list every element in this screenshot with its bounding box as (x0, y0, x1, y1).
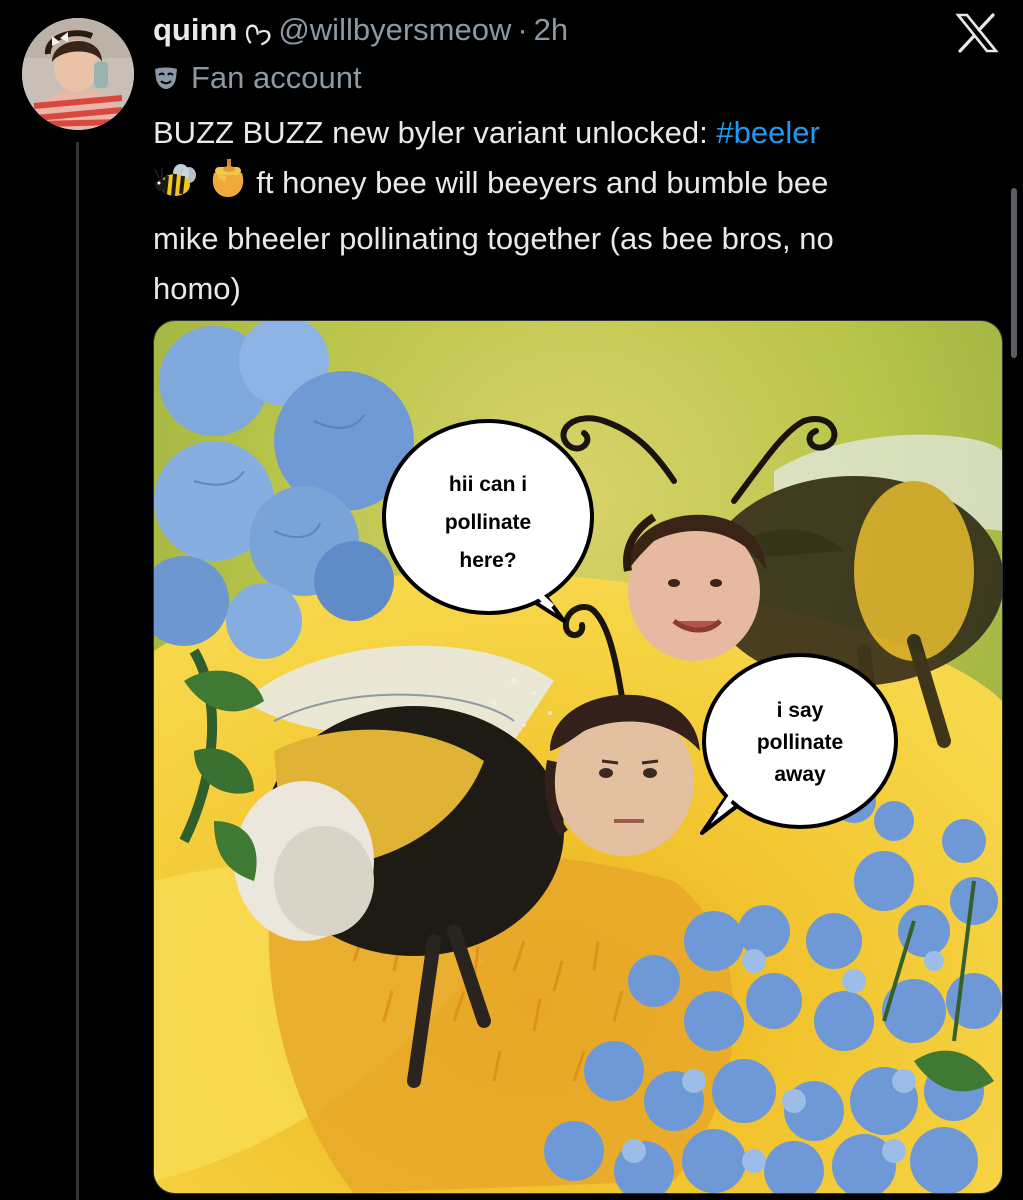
bubble-left-line-3: here? (459, 549, 516, 572)
tweet-header: quinn ᢉ𐭩 @willbyersmeow · 2h (153, 10, 568, 51)
bubble-left-line-1: hii can i (449, 473, 527, 496)
avatar[interactable] (22, 18, 134, 130)
honey-pot-icon (208, 159, 248, 214)
timestamp[interactable]: 2h (534, 12, 568, 48)
tweet-line-3: mike bheeler pollinating together (as be… (153, 221, 834, 256)
separator-dot: · (517, 12, 528, 47)
tweet-text-part: ft honey bee will beeyers and bumble bee (256, 165, 829, 200)
tweet-text: BUZZ BUZZ new byler variant unlocked: #b… (153, 108, 998, 314)
tweet-line-1: BUZZ BUZZ new byler variant unlocked: #b… (153, 108, 998, 158)
bubble-right-line-2: pollinate (757, 731, 843, 754)
tweet-line-2: ft honey bee will beeyers and bumble bee (153, 158, 998, 214)
thread-line (76, 142, 79, 1200)
account-label: Fan account (153, 58, 362, 98)
bee-icon (153, 161, 199, 214)
handle[interactable]: @willbyersmeow (278, 12, 511, 48)
tweet-text-part: BUZZ BUZZ new byler variant unlocked: (153, 115, 717, 150)
tweet-line-4: homo) (153, 271, 241, 306)
scrollbar-thumb[interactable] (1011, 188, 1017, 358)
hashtag-link[interactable]: #beeler (716, 115, 819, 150)
bubble-right-line-3: away (774, 763, 826, 786)
mask-icon (155, 67, 177, 89)
bubble-right-line-1: i say (777, 699, 824, 722)
tweet-media-image[interactable]: hii can i pollinate here? i say pollinat… (153, 320, 1003, 1194)
label-text: Fan account (191, 60, 362, 95)
avatar-image (22, 18, 134, 130)
bubble-left-line-2: pollinate (445, 511, 531, 534)
name-symbol: ᢉ𐭩 (243, 20, 273, 51)
x-close-icon[interactable] (952, 12, 1002, 54)
display-name[interactable]: quinn (153, 12, 237, 48)
